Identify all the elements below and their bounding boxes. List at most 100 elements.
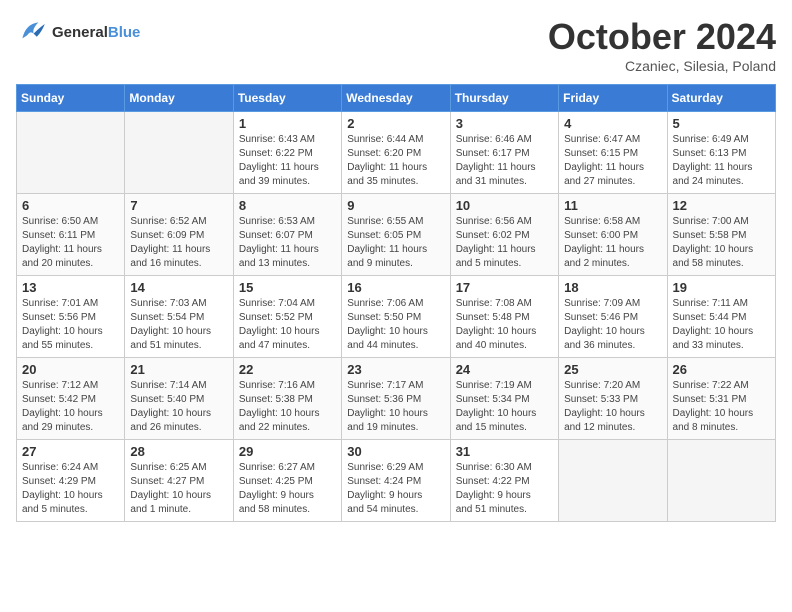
- calendar-day-cell: 25 Sunrise: 7:20 AM Sunset: 5:33 PM Dayli…: [559, 358, 667, 440]
- calendar-day-cell: 28 Sunrise: 6:25 AM Sunset: 4:27 PM Dayli…: [125, 440, 233, 522]
- calendar-day-cell: 14 Sunrise: 7:03 AM Sunset: 5:54 PM Dayli…: [125, 276, 233, 358]
- day-number: 9: [347, 198, 444, 213]
- day-info: Sunrise: 6:30 AM Sunset: 4:22 PM Dayligh…: [456, 461, 553, 517]
- weekday-header: Wednesday: [342, 85, 450, 112]
- calendar-day-cell: 16Sunrise: 7:06 AM Sunset: 5:50 PM Dayli…: [342, 276, 450, 358]
- day-info: Sunrise: 7:11 AM Sunset: 5:44 PM Dayligh…: [673, 297, 770, 353]
- weekday-header-row: SundayMondayTuesdayWednesdayThursdayFrid…: [17, 85, 776, 112]
- calendar-day-cell: 11Sunrise: 6:58 AM Sunset: 6:00 PM Dayli…: [559, 194, 667, 276]
- calendar-table: SundayMondayTuesdayWednesdayThursdayFrid…: [16, 84, 776, 522]
- calendar-day-cell: 7Sunrise: 6:52 AM Sunset: 6:09 PM Daylig…: [125, 194, 233, 276]
- day-number: 5: [673, 116, 770, 131]
- day-info: Sunrise: 6:29 AM Sunset: 4:24 PM Dayligh…: [347, 461, 444, 517]
- calendar-day-cell: 8 Sunrise: 6:53 AM Sunset: 6:07 PM Daylig…: [233, 194, 341, 276]
- day-number: 21: [130, 362, 227, 377]
- day-info: Sunrise: 7:01 AM Sunset: 5:56 PM Dayligh…: [22, 297, 119, 353]
- day-number: 29: [239, 444, 336, 459]
- logo-text: GeneralBlue: [52, 24, 140, 41]
- calendar-week-row: 20Sunrise: 7:12 AM Sunset: 5:42 PM Dayli…: [17, 358, 776, 440]
- logo-icon: [16, 16, 48, 48]
- day-info: Sunrise: 6:49 AM Sunset: 6:13 PM Dayligh…: [673, 133, 770, 189]
- calendar-day-cell: 20Sunrise: 7:12 AM Sunset: 5:42 PM Dayli…: [17, 358, 125, 440]
- day-number: 17: [456, 280, 553, 295]
- calendar-day-cell: 23 Sunrise: 7:17 AM Sunset: 5:36 PM Dayli…: [342, 358, 450, 440]
- calendar-day-cell: 26 Sunrise: 7:22 AM Sunset: 5:31 PM Dayli…: [667, 358, 775, 440]
- day-info: Sunrise: 7:08 AM Sunset: 5:48 PM Dayligh…: [456, 297, 553, 353]
- day-number: 11: [564, 198, 661, 213]
- day-number: 31: [456, 444, 553, 459]
- day-info: Sunrise: 7:16 AM Sunset: 5:38 PM Dayligh…: [239, 379, 336, 435]
- day-info: Sunrise: 6:55 AM Sunset: 6:05 PM Dayligh…: [347, 215, 444, 271]
- calendar-day-cell: 4 Sunrise: 6:47 AM Sunset: 6:15 PM Daylig…: [559, 112, 667, 194]
- weekday-header: Friday: [559, 85, 667, 112]
- day-info: Sunrise: 6:43 AM Sunset: 6:22 PM Dayligh…: [239, 133, 336, 189]
- calendar-day-cell: 6Sunrise: 6:50 AM Sunset: 6:11 PM Daylig…: [17, 194, 125, 276]
- day-number: 6: [22, 198, 119, 213]
- day-number: 28: [130, 444, 227, 459]
- weekday-header: Thursday: [450, 85, 558, 112]
- calendar-week-row: 13 Sunrise: 7:01 AM Sunset: 5:56 PM Dayli…: [17, 276, 776, 358]
- day-info: Sunrise: 7:22 AM Sunset: 5:31 PM Dayligh…: [673, 379, 770, 435]
- calendar-day-cell: 15 Sunrise: 7:04 AM Sunset: 5:52 PM Dayli…: [233, 276, 341, 358]
- calendar-day-cell: 1 Sunrise: 6:43 AM Sunset: 6:22 PM Daylig…: [233, 112, 341, 194]
- day-info: Sunrise: 7:03 AM Sunset: 5:54 PM Dayligh…: [130, 297, 227, 353]
- day-number: 27: [22, 444, 119, 459]
- calendar-day-cell: 17 Sunrise: 7:08 AM Sunset: 5:48 PM Dayli…: [450, 276, 558, 358]
- title-block: October 2024 Czaniec, Silesia, Poland: [548, 16, 776, 74]
- day-info: Sunrise: 7:14 AM Sunset: 5:40 PM Dayligh…: [130, 379, 227, 435]
- month-title: October 2024: [548, 16, 776, 58]
- day-info: Sunrise: 6:46 AM Sunset: 6:17 PM Dayligh…: [456, 133, 553, 189]
- day-number: 26: [673, 362, 770, 377]
- weekday-header: Saturday: [667, 85, 775, 112]
- day-info: Sunrise: 7:19 AM Sunset: 5:34 PM Dayligh…: [456, 379, 553, 435]
- calendar-day-cell: 29Sunrise: 6:27 AM Sunset: 4:25 PM Dayli…: [233, 440, 341, 522]
- day-info: Sunrise: 6:56 AM Sunset: 6:02 PM Dayligh…: [456, 215, 553, 271]
- calendar-day-cell: 19 Sunrise: 7:11 AM Sunset: 5:44 PM Dayli…: [667, 276, 775, 358]
- calendar-day-cell: 3 Sunrise: 6:46 AM Sunset: 6:17 PM Daylig…: [450, 112, 558, 194]
- day-info: Sunrise: 7:17 AM Sunset: 5:36 PM Dayligh…: [347, 379, 444, 435]
- page-header: GeneralBlue October 2024 Czaniec, Silesi…: [16, 16, 776, 74]
- calendar-day-cell: 10 Sunrise: 6:56 AM Sunset: 6:02 PM Dayli…: [450, 194, 558, 276]
- calendar-day-cell: 5 Sunrise: 6:49 AM Sunset: 6:13 PM Daylig…: [667, 112, 775, 194]
- day-info: Sunrise: 6:25 AM Sunset: 4:27 PM Dayligh…: [130, 461, 227, 517]
- day-info: Sunrise: 6:24 AM Sunset: 4:29 PM Dayligh…: [22, 461, 119, 517]
- day-number: 30: [347, 444, 444, 459]
- day-number: 12: [673, 198, 770, 213]
- calendar-week-row: 6Sunrise: 6:50 AM Sunset: 6:11 PM Daylig…: [17, 194, 776, 276]
- day-number: 25: [564, 362, 661, 377]
- day-number: 4: [564, 116, 661, 131]
- calendar-day-cell: 30 Sunrise: 6:29 AM Sunset: 4:24 PM Dayli…: [342, 440, 450, 522]
- day-info: Sunrise: 6:47 AM Sunset: 6:15 PM Dayligh…: [564, 133, 661, 189]
- calendar-day-cell: 18Sunrise: 7:09 AM Sunset: 5:46 PM Dayli…: [559, 276, 667, 358]
- calendar-day-cell: [667, 440, 775, 522]
- logo: GeneralBlue: [16, 16, 140, 48]
- calendar-week-row: 27 Sunrise: 6:24 AM Sunset: 4:29 PM Dayli…: [17, 440, 776, 522]
- calendar-day-cell: 13 Sunrise: 7:01 AM Sunset: 5:56 PM Dayli…: [17, 276, 125, 358]
- location: Czaniec, Silesia, Poland: [548, 58, 776, 74]
- calendar-day-cell: 22 Sunrise: 7:16 AM Sunset: 5:38 PM Dayli…: [233, 358, 341, 440]
- day-number: 23: [347, 362, 444, 377]
- calendar-day-cell: [125, 112, 233, 194]
- day-number: 3: [456, 116, 553, 131]
- day-number: 14: [130, 280, 227, 295]
- calendar-day-cell: 21 Sunrise: 7:14 AM Sunset: 5:40 PM Dayli…: [125, 358, 233, 440]
- day-number: 13: [22, 280, 119, 295]
- day-number: 2: [347, 116, 444, 131]
- day-info: Sunrise: 7:20 AM Sunset: 5:33 PM Dayligh…: [564, 379, 661, 435]
- day-number: 10: [456, 198, 553, 213]
- day-number: 22: [239, 362, 336, 377]
- day-number: 8: [239, 198, 336, 213]
- calendar-day-cell: 9 Sunrise: 6:55 AM Sunset: 6:05 PM Daylig…: [342, 194, 450, 276]
- weekday-header: Tuesday: [233, 85, 341, 112]
- day-number: 15: [239, 280, 336, 295]
- weekday-header: Sunday: [17, 85, 125, 112]
- day-number: 1: [239, 116, 336, 131]
- calendar-day-cell: 24Sunrise: 7:19 AM Sunset: 5:34 PM Dayli…: [450, 358, 558, 440]
- day-number: 20: [22, 362, 119, 377]
- day-number: 19: [673, 280, 770, 295]
- day-info: Sunrise: 6:53 AM Sunset: 6:07 PM Dayligh…: [239, 215, 336, 271]
- calendar-day-cell: [17, 112, 125, 194]
- weekday-header: Monday: [125, 85, 233, 112]
- calendar-day-cell: 12Sunrise: 7:00 AM Sunset: 5:58 PM Dayli…: [667, 194, 775, 276]
- day-info: Sunrise: 7:04 AM Sunset: 5:52 PM Dayligh…: [239, 297, 336, 353]
